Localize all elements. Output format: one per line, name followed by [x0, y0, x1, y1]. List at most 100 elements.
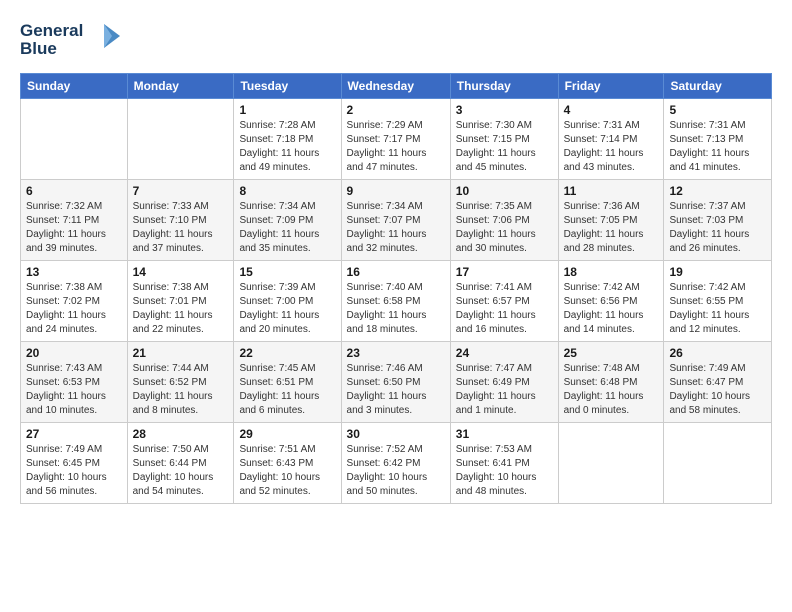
day-info: Sunrise: 7:50 AM Sunset: 6:44 PM Dayligh…: [133, 443, 229, 499]
day-info: Sunrise: 7:31 AM Sunset: 7:13 PM Dayligh…: [669, 119, 766, 175]
calendar-week-1: 1Sunrise: 7:28 AM Sunset: 7:18 PM Daylig…: [21, 99, 772, 180]
day-info: Sunrise: 7:46 AM Sunset: 6:50 PM Dayligh…: [347, 362, 445, 418]
calendar-week-5: 27 Sunrise: 7:49 AM Sunset: 6:45 PM Dayli…: [21, 423, 772, 504]
svg-text:General: General: [20, 21, 83, 40]
calendar-cell: 12 Sunrise: 7:37 AM Sunset: 7:03 PM Dayli…: [664, 180, 772, 261]
day-info: Sunrise: 7:41 AM Sunset: 6:57 PM Dayligh…: [456, 281, 553, 337]
calendar-cell: 22 Sunrise: 7:45 AM Sunset: 6:51 PM Dayli…: [234, 342, 341, 423]
day-info: Sunrise: 7:52 AM Sunset: 6:42 PM Dayligh…: [347, 443, 445, 499]
calendar-cell: 16Sunrise: 7:40 AM Sunset: 6:58 PM Dayli…: [341, 261, 450, 342]
calendar-cell: 31Sunrise: 7:53 AM Sunset: 6:41 PM Dayli…: [450, 423, 558, 504]
day-info: Sunrise: 7:34 AM Sunset: 7:07 PM Dayligh…: [347, 200, 445, 256]
day-number: 5: [669, 103, 766, 117]
day-info: Sunrise: 7:38 AM Sunset: 7:02 PM Dayligh…: [26, 281, 122, 337]
calendar-cell: 27 Sunrise: 7:49 AM Sunset: 6:45 PM Dayli…: [21, 423, 128, 504]
calendar-table: SundayMondayTuesdayWednesdayThursdayFrid…: [20, 73, 772, 504]
calendar-cell: 26 Sunrise: 7:49 AM Sunset: 6:47 PM Dayli…: [664, 342, 772, 423]
day-number: 27: [26, 427, 122, 441]
calendar-cell: 4 Sunrise: 7:31 AM Sunset: 7:14 PM Daylig…: [558, 99, 664, 180]
day-number: 26: [669, 346, 766, 360]
calendar-cell: 7Sunrise: 7:33 AM Sunset: 7:10 PM Daylig…: [127, 180, 234, 261]
day-number: 24: [456, 346, 553, 360]
weekday-header-tuesday: Tuesday: [234, 74, 341, 99]
day-info: Sunrise: 7:51 AM Sunset: 6:43 PM Dayligh…: [239, 443, 335, 499]
day-number: 3: [456, 103, 553, 117]
svg-text:Blue: Blue: [20, 39, 57, 58]
page-container: General Blue SundayMondayTuesdayWednesda…: [0, 0, 792, 514]
day-number: 25: [564, 346, 659, 360]
day-info: Sunrise: 7:28 AM Sunset: 7:18 PM Dayligh…: [239, 119, 335, 175]
day-info: Sunrise: 7:42 AM Sunset: 6:56 PM Dayligh…: [564, 281, 659, 337]
calendar-cell: 24 Sunrise: 7:47 AM Sunset: 6:49 PM Dayli…: [450, 342, 558, 423]
day-number: 22: [239, 346, 335, 360]
day-number: 6: [26, 184, 122, 198]
calendar-cell: [664, 423, 772, 504]
day-number: 29: [239, 427, 335, 441]
day-number: 30: [347, 427, 445, 441]
weekday-header-saturday: Saturday: [664, 74, 772, 99]
day-info: Sunrise: 7:37 AM Sunset: 7:03 PM Dayligh…: [669, 200, 766, 256]
day-info: Sunrise: 7:45 AM Sunset: 6:51 PM Dayligh…: [239, 362, 335, 418]
day-info: Sunrise: 7:47 AM Sunset: 6:49 PM Dayligh…: [456, 362, 553, 418]
calendar-cell: 10 Sunrise: 7:35 AM Sunset: 7:06 PM Dayli…: [450, 180, 558, 261]
calendar-cell: 30 Sunrise: 7:52 AM Sunset: 6:42 PM Dayli…: [341, 423, 450, 504]
day-info: Sunrise: 7:30 AM Sunset: 7:15 PM Dayligh…: [456, 119, 553, 175]
day-number: 10: [456, 184, 553, 198]
calendar-cell: 25 Sunrise: 7:48 AM Sunset: 6:48 PM Dayli…: [558, 342, 664, 423]
day-info: Sunrise: 7:33 AM Sunset: 7:10 PM Dayligh…: [133, 200, 229, 256]
weekday-header-wednesday: Wednesday: [341, 74, 450, 99]
day-number: 31: [456, 427, 553, 441]
day-info: Sunrise: 7:42 AM Sunset: 6:55 PM Dayligh…: [669, 281, 766, 337]
weekday-header-monday: Monday: [127, 74, 234, 99]
day-info: Sunrise: 7:44 AM Sunset: 6:52 PM Dayligh…: [133, 362, 229, 418]
day-number: 28: [133, 427, 229, 441]
weekday-header-friday: Friday: [558, 74, 664, 99]
calendar-week-4: 20 Sunrise: 7:43 AM Sunset: 6:53 PM Dayli…: [21, 342, 772, 423]
day-info: Sunrise: 7:49 AM Sunset: 6:45 PM Dayligh…: [26, 443, 122, 499]
day-number: 20: [26, 346, 122, 360]
calendar-cell: 3 Sunrise: 7:30 AM Sunset: 7:15 PM Daylig…: [450, 99, 558, 180]
calendar-cell: 15Sunrise: 7:39 AM Sunset: 7:00 PM Dayli…: [234, 261, 341, 342]
calendar-week-2: 6 Sunrise: 7:32 AM Sunset: 7:11 PM Daylig…: [21, 180, 772, 261]
day-number: 8: [239, 184, 335, 198]
day-info: Sunrise: 7:43 AM Sunset: 6:53 PM Dayligh…: [26, 362, 122, 418]
calendar-cell: [21, 99, 128, 180]
weekday-header-row: SundayMondayTuesdayWednesdayThursdayFrid…: [21, 74, 772, 99]
day-info: Sunrise: 7:38 AM Sunset: 7:01 PM Dayligh…: [133, 281, 229, 337]
day-number: 23: [347, 346, 445, 360]
calendar-cell: [127, 99, 234, 180]
day-info: Sunrise: 7:32 AM Sunset: 7:11 PM Dayligh…: [26, 200, 122, 256]
day-number: 2: [347, 103, 445, 117]
day-info: Sunrise: 7:34 AM Sunset: 7:09 PM Dayligh…: [239, 200, 335, 256]
calendar-cell: 1Sunrise: 7:28 AM Sunset: 7:18 PM Daylig…: [234, 99, 341, 180]
logo-text: General Blue: [20, 16, 130, 65]
calendar-cell: 18Sunrise: 7:42 AM Sunset: 6:56 PM Dayli…: [558, 261, 664, 342]
day-info: Sunrise: 7:39 AM Sunset: 7:00 PM Dayligh…: [239, 281, 335, 337]
calendar-cell: [558, 423, 664, 504]
weekday-header-sunday: Sunday: [21, 74, 128, 99]
day-number: 17: [456, 265, 553, 279]
day-number: 11: [564, 184, 659, 198]
header: General Blue: [20, 16, 772, 65]
day-info: Sunrise: 7:49 AM Sunset: 6:47 PM Dayligh…: [669, 362, 766, 418]
day-number: 12: [669, 184, 766, 198]
calendar-cell: 28 Sunrise: 7:50 AM Sunset: 6:44 PM Dayli…: [127, 423, 234, 504]
calendar-cell: 2Sunrise: 7:29 AM Sunset: 7:17 PM Daylig…: [341, 99, 450, 180]
calendar-cell: 8 Sunrise: 7:34 AM Sunset: 7:09 PM Daylig…: [234, 180, 341, 261]
calendar-cell: 17 Sunrise: 7:41 AM Sunset: 6:57 PM Dayli…: [450, 261, 558, 342]
day-number: 4: [564, 103, 659, 117]
weekday-header-thursday: Thursday: [450, 74, 558, 99]
calendar-cell: 14 Sunrise: 7:38 AM Sunset: 7:01 PM Dayli…: [127, 261, 234, 342]
calendar-cell: 11 Sunrise: 7:36 AM Sunset: 7:05 PM Dayli…: [558, 180, 664, 261]
day-info: Sunrise: 7:31 AM Sunset: 7:14 PM Dayligh…: [564, 119, 659, 175]
day-number: 21: [133, 346, 229, 360]
calendar-cell: 21 Sunrise: 7:44 AM Sunset: 6:52 PM Dayli…: [127, 342, 234, 423]
day-number: 14: [133, 265, 229, 279]
calendar-week-3: 13Sunrise: 7:38 AM Sunset: 7:02 PM Dayli…: [21, 261, 772, 342]
day-info: Sunrise: 7:36 AM Sunset: 7:05 PM Dayligh…: [564, 200, 659, 256]
day-info: Sunrise: 7:35 AM Sunset: 7:06 PM Dayligh…: [456, 200, 553, 256]
day-number: 19: [669, 265, 766, 279]
day-info: Sunrise: 7:48 AM Sunset: 6:48 PM Dayligh…: [564, 362, 659, 418]
day-info: Sunrise: 7:40 AM Sunset: 6:58 PM Dayligh…: [347, 281, 445, 337]
calendar-cell: 29 Sunrise: 7:51 AM Sunset: 6:43 PM Dayli…: [234, 423, 341, 504]
